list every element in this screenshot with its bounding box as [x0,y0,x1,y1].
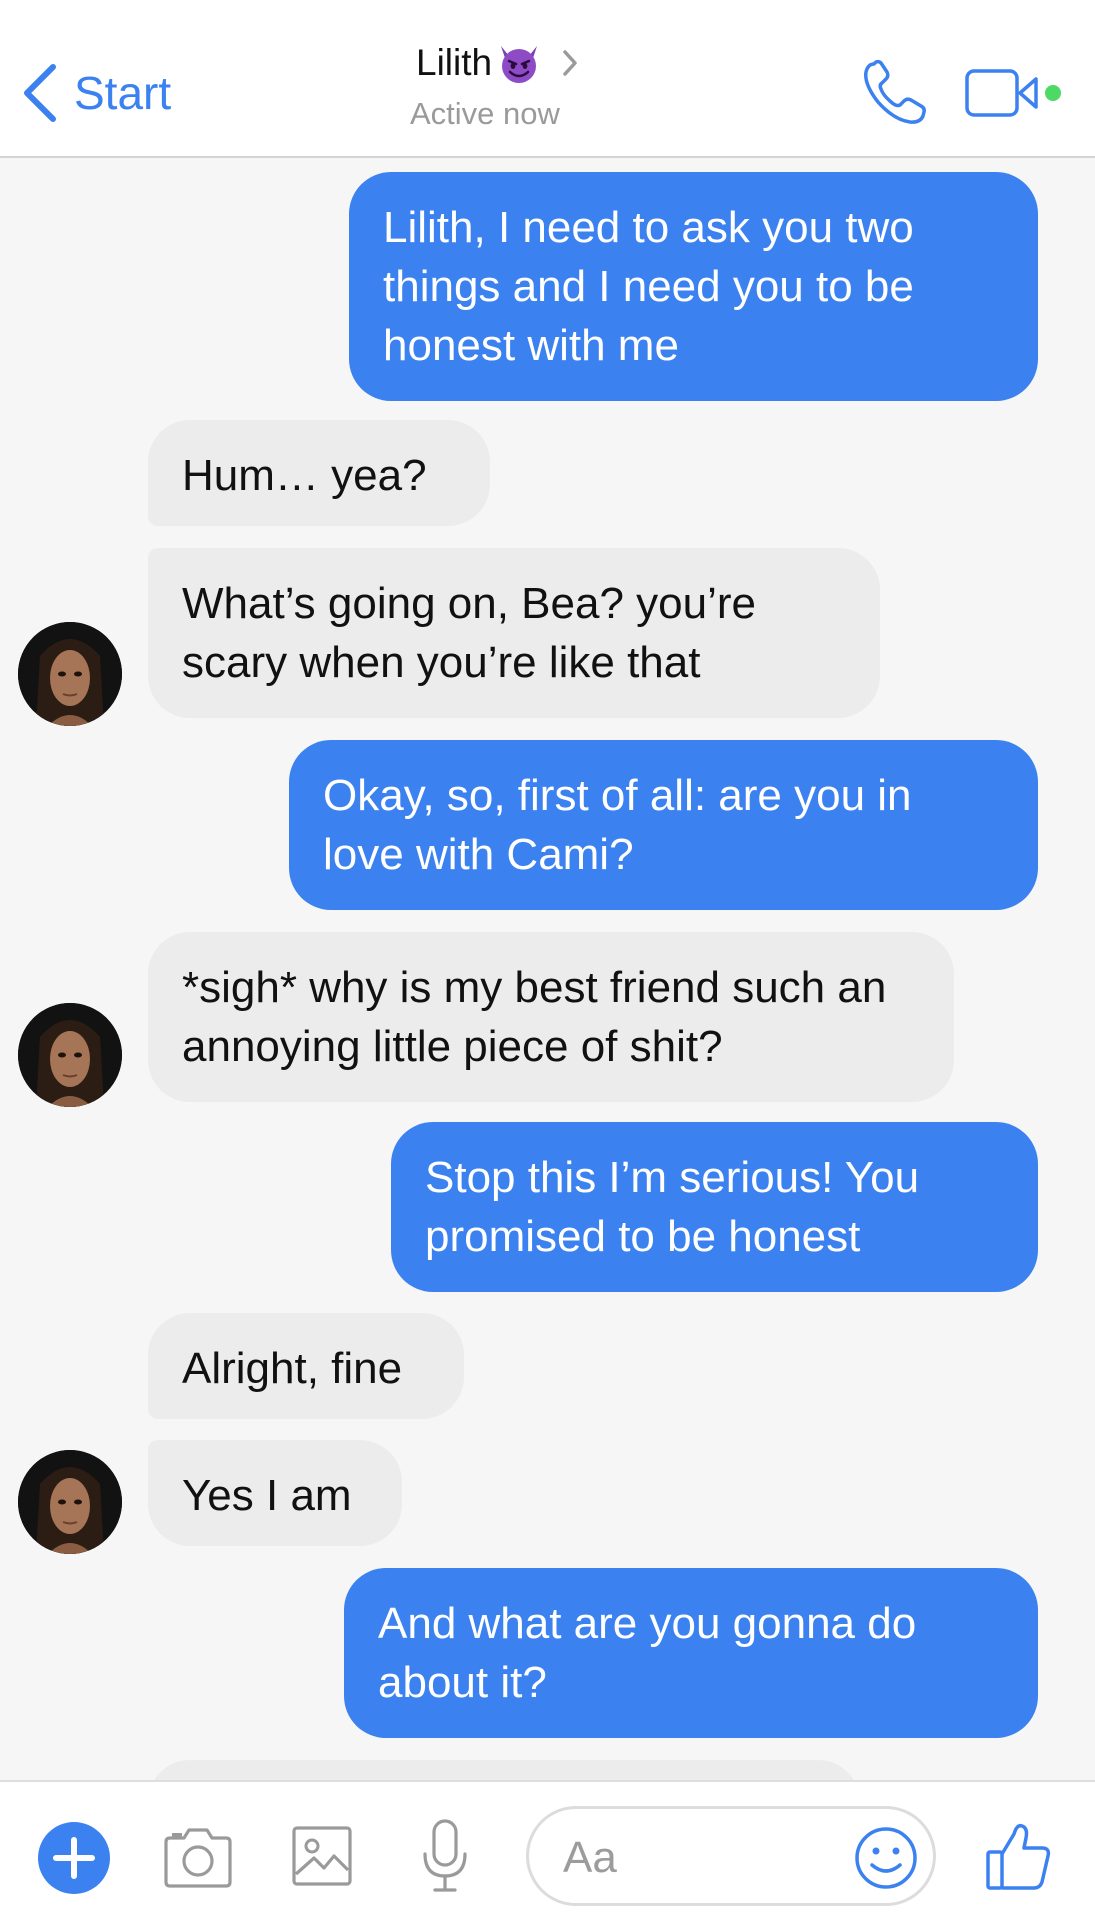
chevron-right-icon [563,50,577,76]
back-button[interactable]: Start [20,58,171,128]
message-input-wrapper [526,1806,936,1906]
microphone-icon[interactable] [420,1818,470,1894]
message-incoming-partial[interactable] [148,1760,860,1780]
more-actions-button[interactable] [38,1822,110,1894]
contact-name: Lilith [416,42,493,83]
image-icon[interactable] [290,1824,354,1888]
composer-bar [0,1780,1095,1917]
video-camera-icon[interactable] [964,66,1064,120]
thumbs-up-icon[interactable] [984,1820,1052,1892]
back-label: Start [74,67,172,119]
devil-emoji-icon [501,46,538,83]
conversation-header: Start Lilith Active now [0,0,1095,158]
phone-icon[interactable] [860,58,930,128]
message-list[interactable]: Lilith, I need to ask you two things and… [0,160,1095,1780]
online-indicator [1045,85,1061,101]
message-incoming[interactable]: Hum… yea? [148,420,490,526]
message-outgoing[interactable]: Okay, so, first of all: are you in love … [289,740,1038,910]
message-incoming[interactable]: What’s going on, Bea? you’re scary when … [148,548,880,718]
active-status: Active now [410,96,560,131]
message-incoming[interactable]: *sigh* why is my best friend such an ann… [148,932,954,1102]
message-outgoing[interactable]: And what are you gonna do about it? [344,1568,1038,1738]
message-incoming[interactable]: Alright, fine [148,1313,464,1419]
message-outgoing[interactable]: Stop this I’m serious! You promised to b… [391,1122,1038,1292]
avatar[interactable] [18,1450,122,1554]
message-input[interactable] [563,1829,863,1887]
message-outgoing[interactable]: Lilith, I need to ask you two things and… [349,172,1038,401]
chevron-left-icon [24,64,56,122]
avatar[interactable] [18,1003,122,1107]
contact-photo [18,622,122,726]
contact-photo [18,1003,122,1107]
contact-photo [18,1450,122,1554]
message-incoming[interactable]: Yes I am [148,1440,402,1546]
smiley-icon[interactable] [853,1825,919,1891]
plus-icon [53,1837,95,1879]
camera-icon[interactable] [162,1826,234,1890]
contact-title[interactable]: Lilith Active now [380,40,710,132]
avatar[interactable] [18,622,122,726]
